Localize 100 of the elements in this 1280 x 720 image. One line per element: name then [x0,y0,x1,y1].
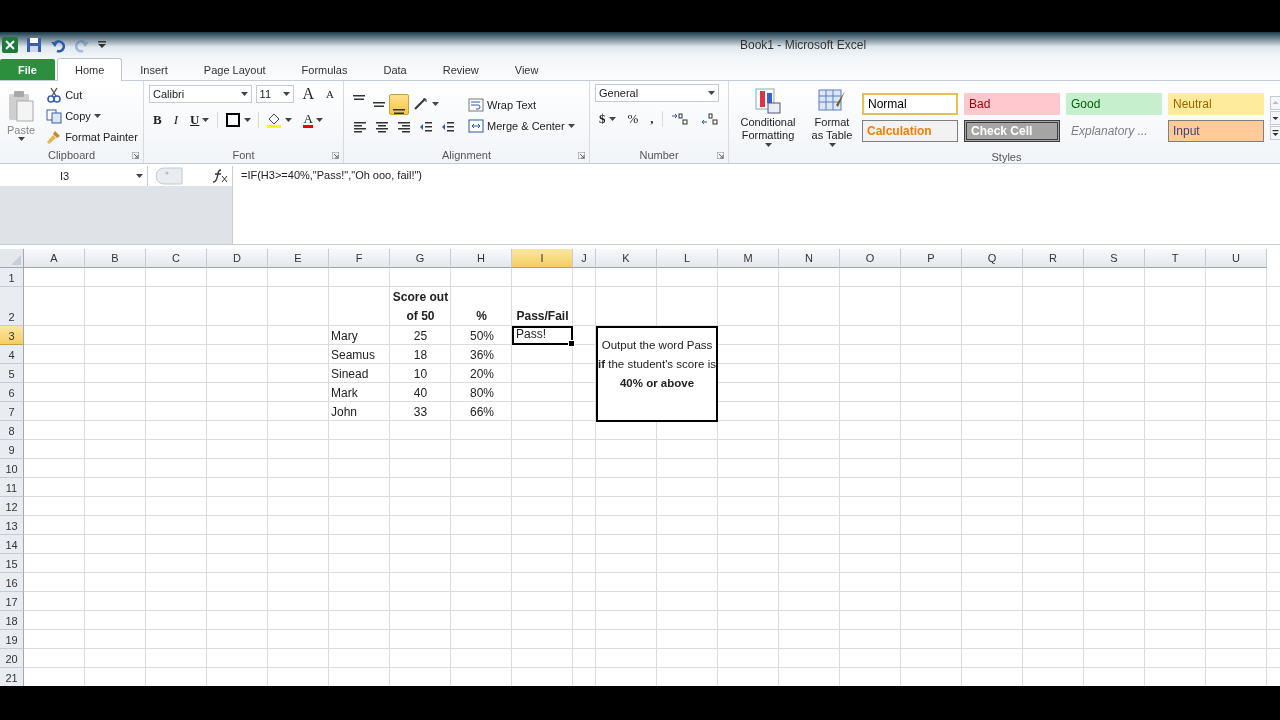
cell-style-option[interactable]: Bad [964,93,1060,115]
merge-cells-icon [468,118,484,134]
shrink-font-button[interactable]: A [322,84,338,104]
cell-style-option[interactable]: Neutral [1168,93,1264,115]
ribbon-tab[interactable]: Data [365,59,425,80]
underline-button[interactable]: U [186,110,214,130]
ribbon-tab[interactable]: Insert [122,59,186,80]
more-styles-icon[interactable] [1270,126,1280,140]
decimal-arrow-icon [670,111,689,126]
row-header[interactable]: 21 [0,668,24,686]
column-header[interactable]: S [1084,249,1145,268]
column-header[interactable]: U [1206,249,1267,268]
row-header[interactable]: 15 [0,554,24,573]
column-header[interactable]: G [390,249,451,268]
function-icon [212,169,228,183]
row-header[interactable]: 3 [0,326,24,345]
column-header[interactable]: A [24,249,85,268]
paste-button[interactable]: Paste [5,87,38,144]
fill-handle[interactable] [568,340,575,347]
row-header[interactable]: 18 [0,611,24,630]
ribbon-tab[interactable]: Page Layout [185,59,284,80]
scroll-down-icon[interactable] [1270,111,1280,125]
ribbon-tab[interactable]: Formulas [283,59,366,80]
comma-button[interactable]: , [646,108,658,129]
ribbon-tab[interactable]: View [496,59,557,80]
group-label: Alignment [442,149,491,161]
splitter-handle-icon[interactable] [154,167,184,185]
italic-button[interactable]: I [169,110,182,130]
cell-style-option[interactable]: Input [1168,120,1264,142]
column-header[interactable]: K [596,249,657,268]
dialog-launcher-icon[interactable] [332,152,339,159]
currency-button[interactable]: $ [595,108,620,129]
align-lines-icon [397,120,411,134]
caret-icon [17,136,25,141]
row-header[interactable]: 4 [0,345,24,364]
row-header[interactable]: 13 [0,516,24,535]
column-header[interactable]: R [1023,249,1084,268]
row-header[interactable]: 6 [0,383,24,402]
column-header[interactable]: I [512,249,573,268]
customize-caret-icon[interactable] [98,40,106,49]
cell-style-option[interactable]: Good [1066,93,1162,115]
percent-button[interactable]: % [623,108,643,129]
wrap-text-button[interactable]: Wrap Text [465,95,578,115]
dialog-launcher-icon[interactable] [578,152,585,159]
column-header[interactable]: T [1145,249,1206,268]
merge-center-button[interactable]: Merge & Center [465,116,578,136]
caret-icon [93,113,101,118]
row-header[interactable]: 8 [0,421,24,440]
row-header[interactable]: 1 [0,268,24,287]
insert-function-button[interactable] [212,169,228,183]
column-header[interactable]: Q [962,249,1023,268]
format-painter-button[interactable]: Format Painter [43,127,141,146]
bottom-align-button[interactable] [389,93,409,115]
row-header[interactable]: 5 [0,364,24,383]
column-header[interactable]: C [146,249,207,268]
ribbon-tab[interactable]: Home [56,58,123,81]
dialog-launcher-icon[interactable] [717,152,724,159]
font-name-box[interactable]: Calibri [149,85,252,103]
table-cell-text: 25 [412,328,429,345]
column-header[interactable]: H [451,249,512,268]
row-header[interactable]: 2 [0,287,24,326]
row-header[interactable]: 14 [0,535,24,554]
column-header[interactable]: J [573,249,596,268]
column-header[interactable]: E [268,249,329,268]
cut-button[interactable]: Cut [43,85,141,104]
copy-button[interactable]: Copy [43,106,141,125]
grow-font-button[interactable]: A [298,84,319,104]
format-as-table-button[interactable]: Format as Table [808,84,856,150]
row-header[interactable]: 12 [0,497,24,516]
column-header[interactable]: D [207,249,268,268]
caret-icon [828,143,836,147]
cell-style-option[interactable]: Normal [862,93,958,115]
conditional-formatting-button[interactable]: Conditional Formatting [734,84,802,150]
file-tab[interactable]: File [0,59,55,80]
column-header[interactable]: F [329,249,390,268]
row-header[interactable]: 9 [0,440,24,459]
row-header[interactable]: 20 [0,649,24,668]
column-header[interactable]: P [901,249,962,268]
cell-style-option[interactable]: Explanatory ... [1066,120,1162,142]
column-header[interactable]: M [718,249,779,268]
column-header[interactable]: B [85,249,146,268]
column-header[interactable]: O [840,249,901,268]
table-cell-text: 40 [412,385,429,402]
row-header[interactable]: 11 [0,478,24,497]
row-header[interactable]: 17 [0,592,24,611]
row-header[interactable]: 10 [0,459,24,478]
row-header[interactable]: 16 [0,573,24,592]
bold-button[interactable]: B [149,110,166,130]
column-header[interactable]: N [779,249,840,268]
group-label: Font [232,149,255,161]
row-header[interactable]: 7 [0,402,24,421]
number-format-box[interactable]: General [595,84,719,102]
ribbon-tab[interactable]: Review [424,59,497,80]
column-header[interactable]: L [657,249,718,268]
dialog-launcher-icon[interactable] [132,152,139,159]
font-size-box[interactable]: 11 [255,85,295,103]
clipboard-icon [7,90,36,123]
font-color-button[interactable]: A [299,110,327,130]
save-icon[interactable] [26,36,42,53]
row-header[interactable]: 19 [0,630,24,649]
